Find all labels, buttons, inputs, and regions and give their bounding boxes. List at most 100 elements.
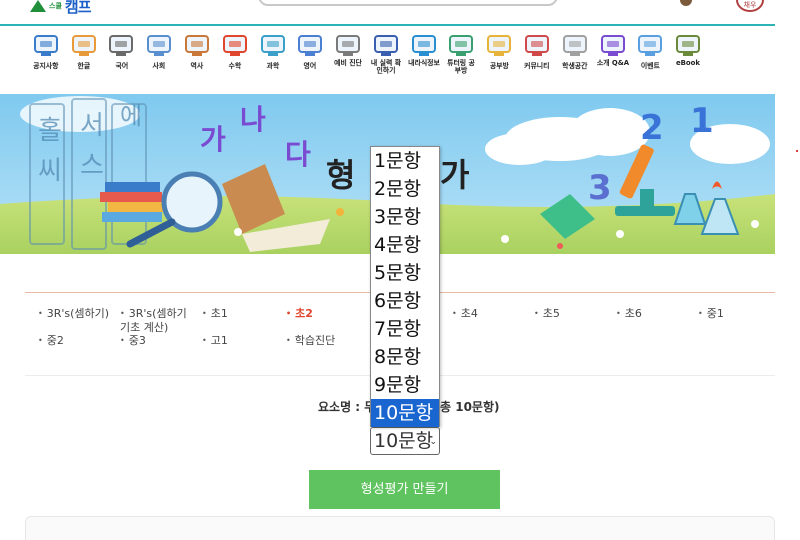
- megaphone-icon: [522, 31, 552, 59]
- menu-item-label: 내 실력 확인하기: [370, 58, 402, 75]
- city-icon: [144, 31, 174, 59]
- grade-option-7[interactable]: 초6: [616, 307, 642, 321]
- result-panel: [25, 516, 775, 540]
- user-icon[interactable]: [680, 0, 692, 6]
- menu-item-label: 한글: [77, 61, 91, 70]
- menu-item-label: 사회: [152, 61, 166, 70]
- dropdown-option-3[interactable]: 3문항: [371, 203, 439, 231]
- dropdown-option-5[interactable]: 5문항: [371, 259, 439, 287]
- menu-item-label: 영어: [304, 61, 317, 70]
- header-divider: [0, 24, 775, 26]
- menu-item-label: eBook: [676, 58, 701, 67]
- menu-item-10[interactable]: 내라식정보: [405, 28, 443, 82]
- menu-item-7[interactable]: 영어: [291, 28, 329, 82]
- menu-item-4[interactable]: 역사: [178, 28, 216, 82]
- gift-icon: [635, 31, 665, 59]
- menu-item-label: 수학: [228, 61, 242, 70]
- element-name-label: 요소명 : 무: [318, 400, 376, 414]
- dropdown-option-2[interactable]: 2문항: [371, 175, 439, 203]
- svg-text:2: 2: [640, 108, 664, 148]
- tutor-icon: [446, 31, 476, 59]
- banner-title-left: 형: [326, 156, 358, 194]
- svg-text:씨: 씨: [38, 156, 62, 186]
- menu-item-9[interactable]: 내 실력 확인하기: [367, 28, 405, 82]
- menu-item-5[interactable]: 수학: [216, 28, 254, 82]
- monitor-icon: [31, 31, 61, 59]
- svg-text:스: 스: [80, 151, 104, 181]
- menu-item-6[interactable]: 과학: [254, 28, 292, 82]
- grade-option-8[interactable]: 중1: [698, 307, 724, 321]
- svg-text:서: 서: [80, 111, 104, 141]
- grade-option-10[interactable]: 중3: [120, 334, 146, 348]
- site-logo[interactable]: 스쿨 캠프: [30, 0, 91, 16]
- search-input[interactable]: [258, 0, 558, 6]
- menu-item-15[interactable]: 소개 Q&A: [594, 28, 632, 82]
- grade-option-1[interactable]: 3R's(셈하기 기초 계산): [120, 307, 196, 334]
- computer-icon: [409, 31, 439, 59]
- test-icon: [371, 31, 401, 59]
- person-icon: [182, 31, 212, 59]
- menu-item-label: 커뮤니티: [524, 61, 550, 70]
- menu-item-label: 학생공간: [562, 61, 588, 70]
- chevron-down-icon: ⌄: [429, 437, 437, 447]
- dropdown-option-9[interactable]: 9문항: [371, 371, 439, 399]
- menu-item-1[interactable]: 한글: [65, 28, 103, 82]
- menu-item-11[interactable]: 튜터링 공부방: [443, 28, 481, 82]
- profile-badge[interactable]: 채우: [736, 0, 764, 12]
- dropdown-option-7[interactable]: 7문항: [371, 315, 439, 343]
- menu-item-3[interactable]: 사회: [140, 28, 178, 82]
- menu-item-label: 역사: [190, 61, 204, 70]
- alphabet-icon: [295, 31, 325, 59]
- menu-item-14[interactable]: 학생공간: [556, 28, 594, 82]
- svg-text:나: 나: [240, 103, 266, 136]
- grade-option-0[interactable]: 3R's(셈하기): [38, 307, 109, 321]
- open-book-icon: [484, 31, 514, 59]
- books-icon: [106, 31, 136, 59]
- menu-item-label: 과학: [266, 61, 279, 70]
- dropdown-option-4[interactable]: 4문항: [371, 231, 439, 259]
- dropdown-option-8[interactable]: 8문항: [371, 343, 439, 371]
- grade-option-12[interactable]: 학습진단: [286, 334, 335, 348]
- banner-title-right: 가: [440, 156, 470, 194]
- svg-text:에: 에: [120, 102, 142, 130]
- grade-option-6[interactable]: 초5: [534, 307, 560, 321]
- menu-item-label: 내라식정보: [407, 58, 440, 67]
- dropdown-option-1[interactable]: 1문항: [371, 147, 439, 175]
- question-count-select[interactable]: 10문항 ⌄: [370, 427, 440, 455]
- menu-item-16[interactable]: 이벤트: [632, 28, 670, 82]
- question-count-selected: 10문항: [374, 430, 434, 452]
- menu-item-8[interactable]: 예비 진단: [329, 28, 367, 82]
- profile-label: 채우: [743, 1, 757, 9]
- svg-text:다: 다: [285, 138, 311, 171]
- svg-text:1: 1: [690, 101, 714, 141]
- store-icon: [560, 31, 590, 59]
- menu-item-label: 공부방: [489, 61, 509, 70]
- dropdown-option-6[interactable]: 6문항: [371, 287, 439, 315]
- grade-option-5[interactable]: 초4: [452, 307, 478, 321]
- menu-item-12[interactable]: 공부방: [480, 28, 518, 82]
- menu-item-label: 예비 진단: [334, 58, 363, 67]
- menu-item-0[interactable]: 공지사항: [27, 28, 65, 82]
- question-count-dropdown: 1문항 2문항 3문항 4문항 5문항 6문항 7문항 8문항 9문항 10문항: [370, 146, 440, 427]
- grade-option-2[interactable]: 초1: [202, 307, 228, 321]
- menu-item-label: 이벤트: [640, 61, 660, 70]
- subject-menu: 공지사항 한글 국어 사회 역사 수학 과학 영어 예비 진단 내 실력 확인하기 내라식정보 튜터링…: [27, 28, 707, 82]
- menu-item-17[interactable]: eBook: [669, 28, 707, 82]
- svg-text:3: 3: [588, 168, 612, 208]
- menu-item-2[interactable]: 국어: [103, 28, 141, 82]
- menu-item-13[interactable]: 커뮤니티: [518, 28, 556, 82]
- make-assessment-button[interactable]: 형성평가 만들기: [309, 470, 500, 509]
- dropdown-option-10[interactable]: 10문항: [371, 399, 439, 427]
- logo-mountain-icon: [30, 0, 46, 12]
- menu-item-label: 공지사항: [33, 61, 59, 70]
- menu-item-label: 국어: [115, 61, 128, 70]
- grade-option-11[interactable]: 고1: [202, 334, 228, 348]
- microscope-icon: [258, 31, 288, 59]
- korean-letters-icon: [69, 31, 99, 59]
- grade-option-9[interactable]: 중2: [38, 334, 64, 348]
- grade-option-3[interactable]: 초2: [286, 307, 313, 321]
- logo-small-text: 스쿨: [49, 2, 62, 10]
- marker-dot: [796, 150, 798, 152]
- menu-item-label: 소개 Q&A: [596, 58, 629, 67]
- qa-board-icon: [598, 31, 628, 59]
